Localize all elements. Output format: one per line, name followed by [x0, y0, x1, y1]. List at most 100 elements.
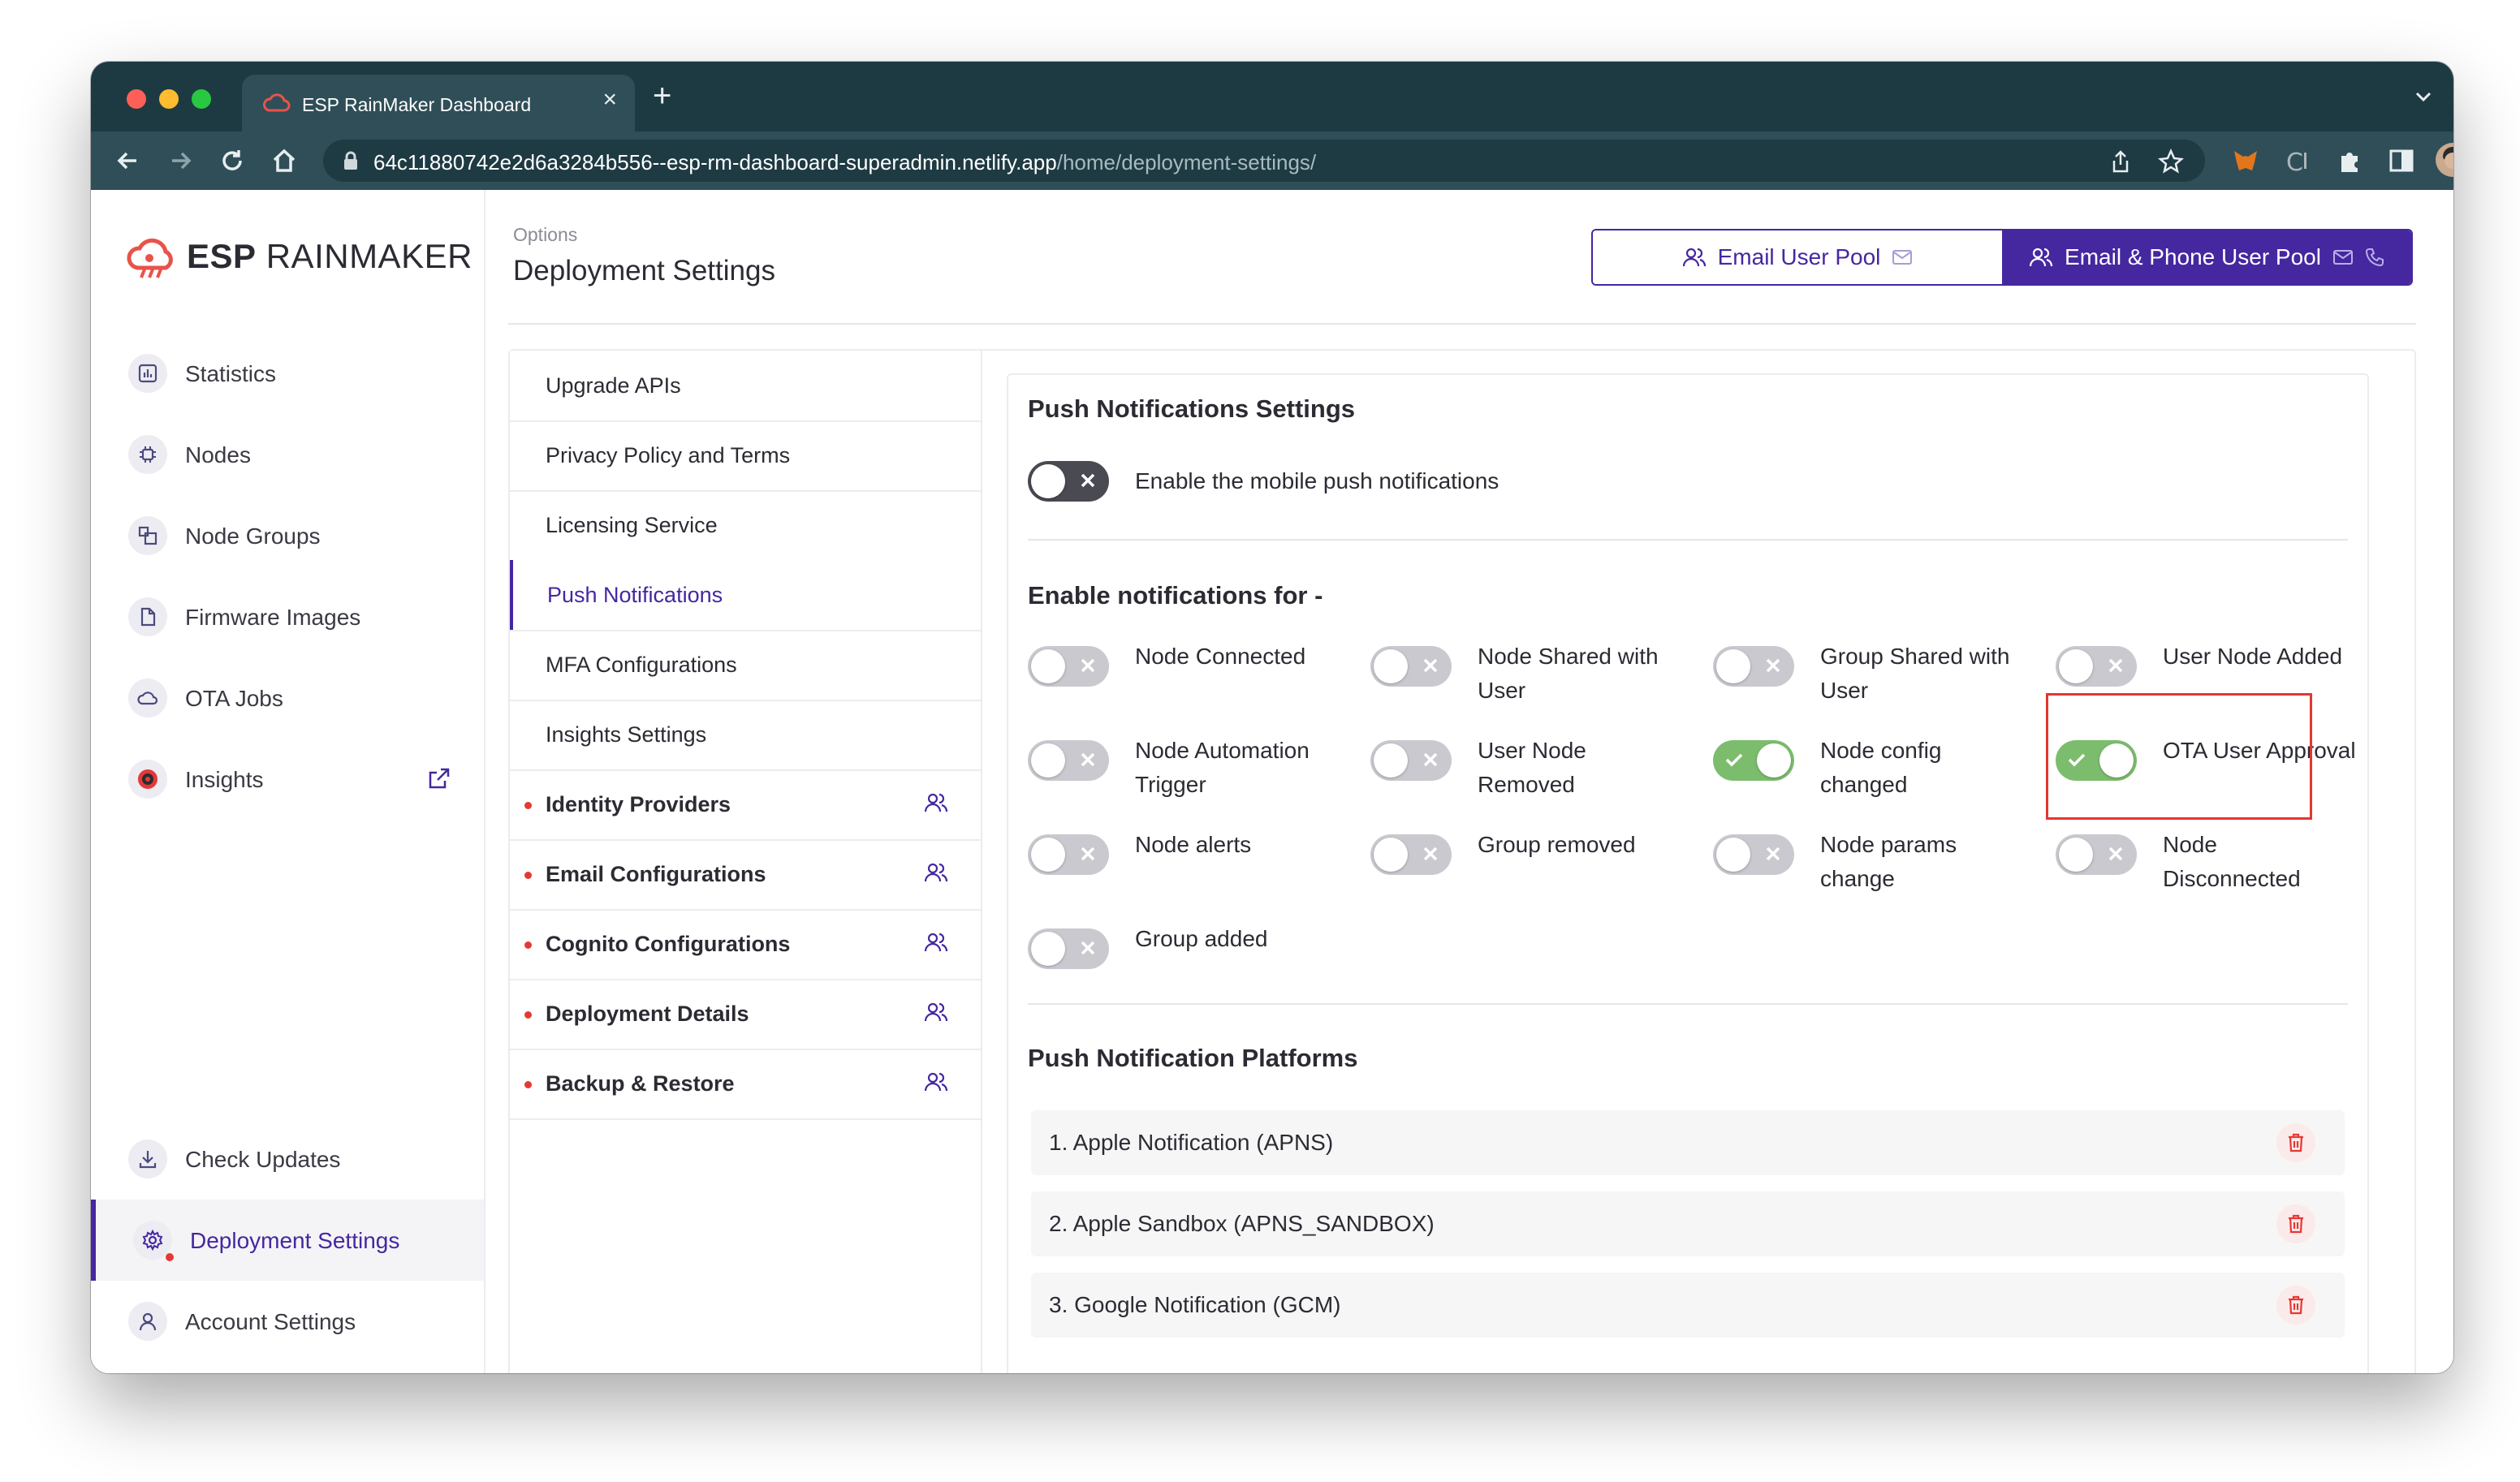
users-icon — [924, 793, 948, 812]
forward-arrow-icon[interactable] — [166, 146, 195, 175]
insights-icon — [128, 760, 167, 799]
menu-item-insights-settings[interactable]: Insights Settings — [510, 700, 981, 771]
home-icon[interactable] — [270, 146, 299, 175]
reload-icon[interactable] — [218, 146, 247, 175]
url-text: 64c11880742e2d6a3284b556--esp-rm-dashboa… — [373, 150, 1317, 174]
toggle-group-added[interactable] — [1028, 928, 1109, 969]
toggle-knob — [1031, 743, 1065, 778]
menu-item-upgrade-apis[interactable]: Upgrade APIs — [510, 351, 981, 422]
menu-item-label: Identity Providers — [546, 792, 731, 816]
sidebar-item-statistics[interactable]: Statistics — [91, 334, 484, 412]
platform-label: 1. Apple Notification (APNS) — [1049, 1130, 1334, 1155]
extensions-puzzle-icon[interactable] — [2335, 146, 2364, 175]
email-phone-user-pool-button[interactable]: Email & Phone User Pool — [2002, 230, 2411, 284]
browser-tab[interactable]: ESP RainMaker Dashboard × — [242, 75, 635, 131]
delete-platform-button[interactable] — [2276, 1123, 2315, 1162]
tab-close-icon[interactable]: × — [602, 88, 617, 112]
delete-platform-button[interactable] — [2276, 1204, 2315, 1243]
share-icon[interactable] — [2109, 149, 2132, 174]
toggle-node-alerts[interactable] — [1028, 834, 1109, 875]
minimize-window-button[interactable] — [159, 89, 179, 109]
side-panel-icon[interactable] — [2387, 146, 2416, 175]
toggle-node-automation-trigger[interactable] — [1028, 740, 1109, 781]
menu-item-email-configurations[interactable]: Email Configurations — [510, 839, 981, 911]
toggle-knob — [1031, 649, 1065, 683]
rainmaker-favicon-icon — [263, 93, 291, 112]
toggle-knob — [1031, 464, 1065, 498]
esp-rainmaker-logo[interactable]: ESP RAINMAKER — [125, 232, 472, 281]
gear-icon — [133, 1221, 174, 1261]
app-root: ESP RAINMAKER Statistics Nodes Node Grou… — [91, 190, 2453, 1373]
toggle-user-node-added[interactable] — [2056, 646, 2137, 687]
download-icon — [128, 1140, 167, 1178]
new-tab-button[interactable]: + — [653, 80, 671, 112]
menu-item-licensing-service[interactable]: Licensing Service — [510, 490, 981, 562]
chevron-down-icon[interactable] — [2413, 86, 2434, 107]
toggle-knob — [1757, 743, 1791, 778]
email-user-pool-label: Email User Pool — [1717, 244, 1881, 269]
mail-icon — [1892, 250, 1913, 265]
toggle-node-params-change[interactable] — [1713, 834, 1794, 875]
menu-item-mfa-configurations[interactable]: MFA Configurations — [510, 630, 981, 701]
menu-item-push-notifications[interactable]: Push Notifications — [510, 560, 981, 631]
address-bar[interactable]: 64c11880742e2d6a3284b556--esp-rm-dashboa… — [323, 140, 2205, 182]
sidebar-item-nodes[interactable]: Nodes — [91, 416, 484, 493]
users-icon — [924, 1072, 948, 1092]
sidebar-item-insights[interactable]: Insights — [91, 740, 484, 818]
check-icon — [1725, 753, 1743, 767]
toggle-knob — [1031, 932, 1065, 966]
sidebar-item-check-updates[interactable]: Check Updates — [91, 1120, 484, 1198]
menu-item-label: Cognito Configurations — [546, 932, 791, 956]
sidebar-item-node-groups[interactable]: Node Groups — [91, 497, 484, 575]
extension-c-icon[interactable]: C — [2283, 146, 2312, 175]
toggle-group-shared-with-user[interactable] — [1713, 646, 1794, 687]
toggle-node-shared-with-user[interactable] — [1370, 646, 1452, 687]
required-dot — [524, 1081, 532, 1088]
chip-icon — [128, 435, 167, 474]
menu-item-backup-restore[interactable]: Backup & Restore — [510, 1049, 981, 1120]
toggle-label: Node Connected — [1135, 644, 1306, 669]
x-icon — [2108, 847, 2123, 861]
email-user-pool-button[interactable]: Email User Pool — [1593, 230, 2002, 284]
metamask-extension-icon[interactable] — [2231, 146, 2260, 175]
sidebar-item-firmware-images[interactable]: Firmware Images — [91, 578, 484, 656]
sidebar-item-deployment-settings[interactable]: Deployment Settings — [91, 1200, 484, 1281]
sidebar: ESP RAINMAKER Statistics Nodes Node Grou… — [91, 190, 485, 1373]
external-link-icon[interactable] — [427, 766, 451, 791]
toggle-node-config-changed[interactable] — [1713, 740, 1794, 781]
users-icon — [1682, 248, 1706, 267]
toggle-label: Node params change — [1820, 832, 1957, 891]
cloud-icon — [128, 679, 167, 717]
toggle-node-disconnected[interactable] — [2056, 834, 2137, 875]
menu-item-deployment-details[interactable]: Deployment Details — [510, 979, 981, 1050]
bookmark-star-icon[interactable] — [2158, 149, 2184, 174]
lock-icon — [344, 151, 357, 170]
toggle-node-connected[interactable] — [1028, 646, 1109, 687]
toggle-user-node-removed[interactable] — [1370, 740, 1452, 781]
toggle-label: Node Disconnected — [2163, 832, 2301, 891]
menu-item-label: Insights Settings — [546, 722, 707, 747]
mobile-push-toggle[interactable] — [1028, 461, 1109, 502]
close-window-button[interactable] — [127, 89, 146, 109]
required-dot — [524, 1011, 532, 1019]
delete-platform-button[interactable] — [2276, 1286, 2315, 1325]
toggle-group-removed[interactable] — [1370, 834, 1452, 875]
back-arrow-icon[interactable] — [114, 146, 143, 175]
x-icon — [1766, 658, 1780, 673]
profile-avatar[interactable] — [2436, 143, 2453, 177]
sidebar-item-label: Check Updates — [185, 1147, 341, 1172]
maximize-window-button[interactable] — [192, 89, 211, 109]
menu-item-identity-providers[interactable]: Identity Providers — [510, 769, 981, 841]
menu-item-cognito-configurations[interactable]: Cognito Configurations — [510, 909, 981, 980]
settings-card: Upgrade APIs Privacy Policy and Terms Li… — [508, 349, 2416, 1373]
page-title: Deployment Settings — [513, 255, 775, 286]
sidebar-item-label: Nodes — [185, 442, 251, 467]
sidebar-item-account-settings[interactable]: Account Settings — [91, 1282, 484, 1360]
menu-item-privacy-policy[interactable]: Privacy Policy and Terms — [510, 420, 981, 492]
email-phone-user-pool-label: Email & Phone User Pool — [2065, 244, 2321, 269]
toggle-label: Group Shared with User — [1820, 644, 2010, 703]
menu-item-label: Deployment Details — [546, 1002, 749, 1026]
sidebar-item-ota-jobs[interactable]: OTA Jobs — [91, 659, 484, 737]
toggle-label: Node config changed — [1820, 738, 1942, 797]
active-indicator — [510, 560, 513, 630]
